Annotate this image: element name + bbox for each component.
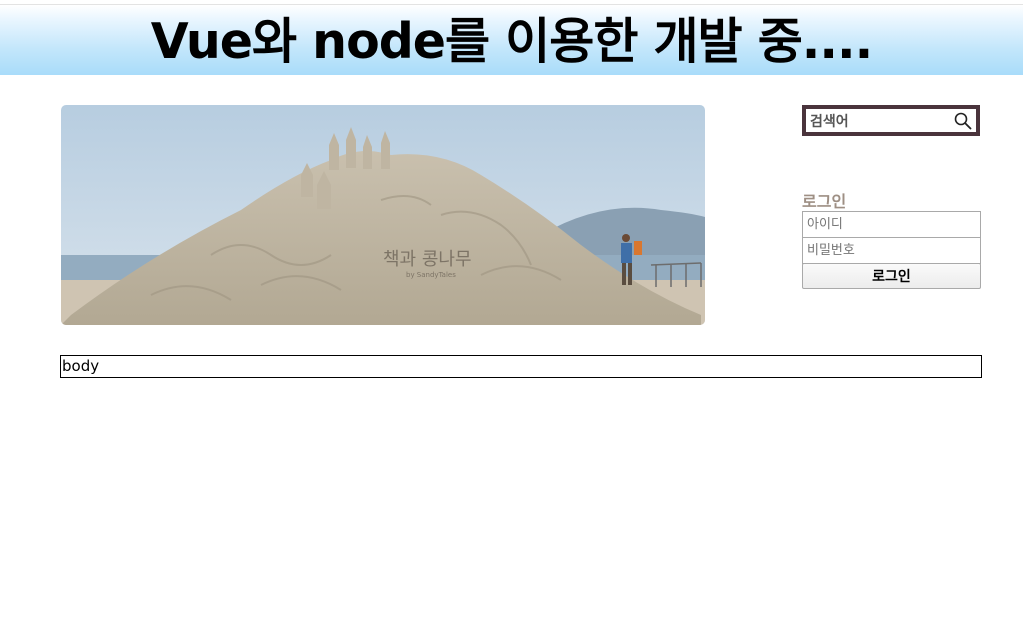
user-id-field[interactable] xyxy=(802,211,981,238)
hero-sub-caption: by SandyTales xyxy=(406,271,456,279)
hero-caption: 책과 콩나무 xyxy=(383,249,472,270)
search-input[interactable] xyxy=(810,111,950,132)
page: Vue와 node를 이용한 개발 중.... 책과 콩나무 by SandyT… xyxy=(0,0,1023,635)
search-icon[interactable] xyxy=(954,112,972,130)
sand-sculpture-illustration: 책과 콩나무 by SandyTales xyxy=(61,105,705,325)
search-box xyxy=(802,105,980,136)
login-heading: 로그인 xyxy=(802,192,847,211)
login-button[interactable]: 로그인 xyxy=(802,263,981,289)
page-title: Vue와 node를 이용한 개발 중.... xyxy=(150,13,873,70)
header-banner: Vue와 node를 이용한 개발 중.... xyxy=(0,4,1023,75)
body-content: body xyxy=(60,355,982,378)
password-field[interactable] xyxy=(802,237,981,264)
hero-image: 책과 콩나무 by SandyTales xyxy=(61,105,705,325)
